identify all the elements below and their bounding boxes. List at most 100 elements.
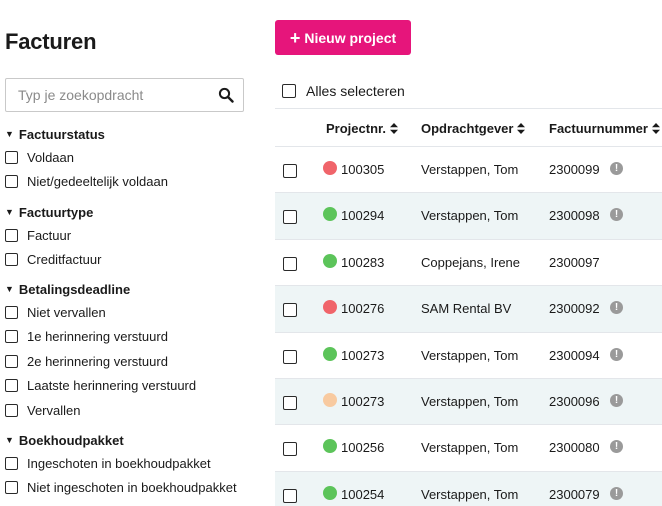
filter-checkbox[interactable] [5,481,18,495]
filter-sidebar: Facturen ▼ Factuurstatus Voldaan Niet/gedee… [0,0,262,506]
filter-option-label: Voldaan [27,149,74,165]
caret-down-icon: ▼ [5,284,14,294]
table-body: 100305 Verstappen, Tom 2300099! 100294 Verst… [275,147,662,506]
filter-checkbox[interactable] [5,403,18,417]
filter-checkbox[interactable] [5,379,18,393]
table-header: Projectnr. Opdrachtgever Factuurnummer [275,109,662,147]
table-row[interactable]: 100276 SAM Rental BV 2300092! [275,286,662,333]
filter-option-label: 1e herinnering verstuurd [27,329,168,345]
filter-group-title[interactable]: ▼ Factuurtype [5,204,101,220]
row-checkbox[interactable] [283,349,297,364]
status-dot-red [323,300,337,315]
table-row[interactable]: 100273 Verstappen, Tom 2300094! [275,333,662,379]
info-icon[interactable]: ! [610,440,623,454]
filter-option[interactable]: 2e herinnering verstuurd [5,349,196,374]
client-name: Verstappen, Tom [421,393,519,409]
filter-option[interactable]: Niet/gedeeltelijk voldaan [5,170,168,195]
filter-option[interactable]: Ingeschoten in boekhoudpakket [5,451,237,476]
filter-option[interactable]: Creditfactuur [5,248,101,273]
filter-checkbox[interactable] [5,305,18,319]
filter-option-label: Laatste herinnering verstuurd [27,378,197,394]
select-all-checkbox[interactable] [282,84,296,98]
caret-down-icon: ▼ [5,435,14,445]
sort-icon [651,123,660,134]
column-header-label: Projectnr. [326,121,386,136]
new-project-button[interactable]: + Nieuw project [275,20,411,55]
table-row[interactable]: 100273 Verstappen, Tom 2300096! [275,378,662,426]
project-number[interactable]: 100254 [341,487,384,502]
filter-option[interactable]: Vervallen [5,398,196,423]
client-name: Verstappen, Tom [421,486,519,502]
filter-group-label: Boekhoudpakket [18,432,124,448]
row-checkbox[interactable] [283,256,297,271]
info-icon[interactable]: ! [610,347,623,361]
info-icon[interactable]: ! [610,208,623,222]
row-checkbox[interactable] [283,442,297,457]
row-checkbox[interactable] [283,164,297,178]
sort-icon [517,123,526,134]
client-name: SAM Rental BV [421,301,512,317]
filter-checkbox[interactable] [5,253,18,267]
project-number[interactable]: 100283 [341,255,384,270]
filter-group-title[interactable]: ▼ Factuurstatus [5,126,168,142]
search-icon[interactable] [218,87,234,103]
filter-checkbox[interactable] [5,175,18,189]
info-icon[interactable]: ! [610,486,623,500]
table-row[interactable]: 100256 Verstappen, Tom 2300080! [275,425,662,472]
row-checkbox[interactable] [283,210,297,225]
project-number[interactable]: 100305 [341,162,384,177]
table-row[interactable]: 100254 Verstappen, Tom 2300079! [275,471,662,506]
filter-option[interactable]: Laatste herinnering verstuurd [5,374,196,399]
plus-icon: + [289,27,301,48]
row-checkbox[interactable] [283,303,297,318]
filter-group-title[interactable]: ▼ Betalingsdeadline [5,281,196,297]
column-header-factuurnummer[interactable]: Factuurnummer [549,121,660,136]
status-dot-green [323,346,337,361]
table-row[interactable]: 100294 Verstappen, Tom 2300098! [275,193,662,240]
column-header-opdrachtgever[interactable]: Opdrachtgever [421,121,526,136]
filter-group-2: ▼ Betalingsdeadline Niet vervallen 1e herin… [5,281,196,423]
filter-checkbox[interactable] [5,456,18,470]
row-checkbox[interactable] [283,488,297,503]
row-checkbox[interactable] [283,395,297,410]
filter-option-label: Creditfactuur [27,252,102,268]
filter-option-label: Vervallen [27,402,81,418]
filter-checkbox[interactable] [5,150,18,164]
invoice-number: 2300079 [549,486,600,502]
filter-option-label: Niet vervallen [27,304,106,320]
filter-option[interactable]: Niet vervallen [5,300,196,325]
search-input[interactable] [6,79,212,111]
filter-checkbox[interactable] [5,354,18,368]
sort-icon [389,123,398,134]
table-row[interactable]: 100305 Verstappen, Tom 2300099! [275,147,662,194]
filter-group-label: Factuurtype [18,204,94,220]
new-project-label: Nieuw project [304,29,397,46]
table-row[interactable]: 100283 Coppejans, Irene 2300097 [275,240,662,287]
filter-option-label: 2e herinnering verstuurd [27,353,168,369]
project-number[interactable]: 100256 [341,440,384,455]
filter-checkbox[interactable] [5,330,18,344]
project-number[interactable]: 100273 [341,348,384,363]
filter-option[interactable]: Niet ingeschoten in boekhoudpakket [5,476,237,501]
filter-option-label: Factuur [27,227,72,243]
project-number[interactable]: 100276 [341,301,384,316]
filter-option[interactable]: Voldaan [5,145,168,170]
info-icon[interactable]: ! [610,301,623,315]
project-number[interactable]: 100273 [341,394,384,409]
invoice-table: Projectnr. Opdrachtgever Factuurnummer 1… [275,108,662,506]
filter-option[interactable]: Factuur [5,223,101,248]
column-header-projectnr[interactable]: Projectnr. [326,121,398,136]
invoice-number: 2300094 [549,347,600,363]
select-all[interactable]: Alles selecteren [282,83,405,99]
filter-checkbox[interactable] [5,228,18,242]
filter-group-label: Betalingsdeadline [18,281,131,297]
info-icon[interactable]: ! [610,162,623,175]
status-dot-green [323,207,337,222]
filter-option[interactable]: 1e herinnering verstuurd [5,325,196,350]
status-dot-green [323,485,337,500]
project-number[interactable]: 100294 [341,208,384,223]
filter-group-title[interactable]: ▼ Boekhoudpakket [5,432,237,448]
filter-option-label: Niet ingeschoten in boekhoudpakket [27,480,237,496]
info-icon[interactable]: ! [610,393,623,407]
invoice-number: 2300098 [549,208,600,224]
